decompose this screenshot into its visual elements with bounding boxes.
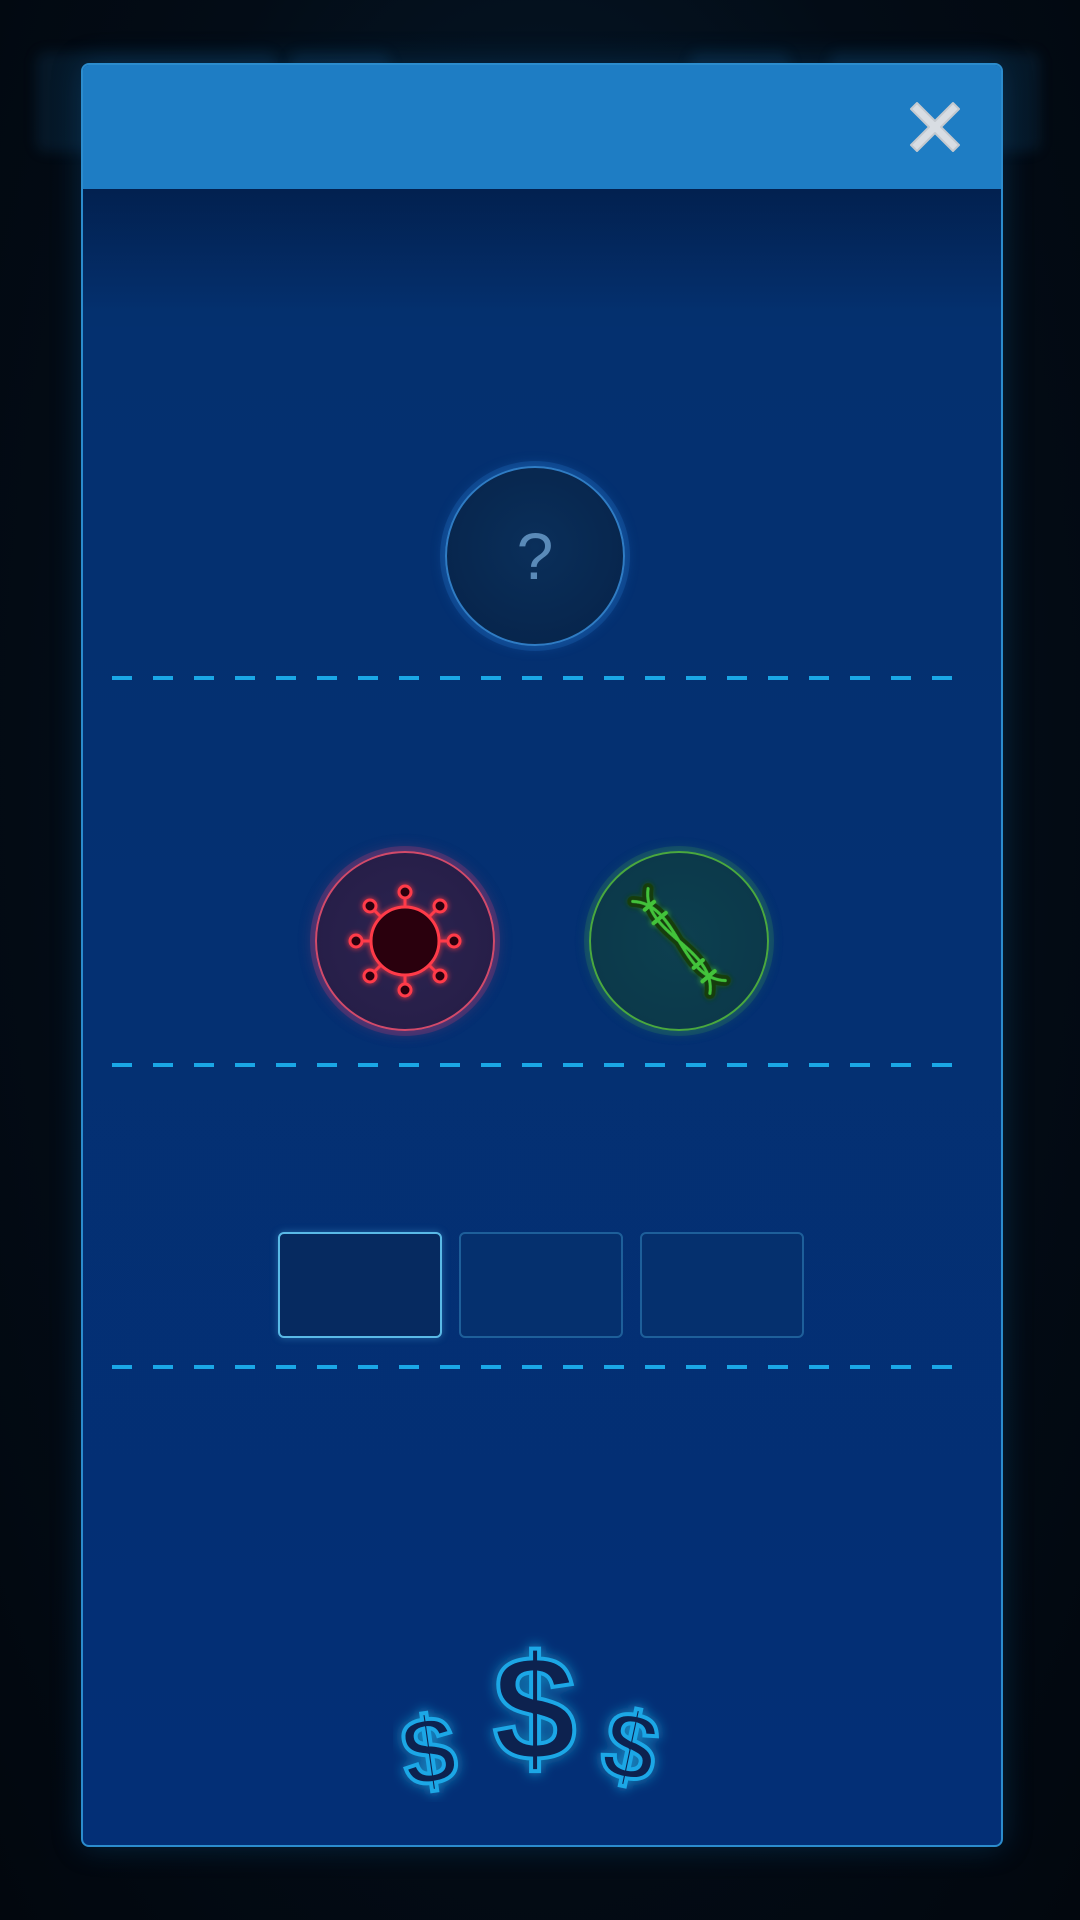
divider bbox=[112, 1063, 972, 1067]
close-button[interactable] bbox=[907, 99, 963, 155]
dollar-sign-center: $ bbox=[493, 1632, 576, 1792]
option-box-1[interactable] bbox=[278, 1232, 442, 1338]
close-icon bbox=[910, 102, 960, 152]
divider bbox=[112, 676, 972, 680]
option-box-label bbox=[461, 1234, 621, 1336]
unknown-slot[interactable]: ? bbox=[445, 466, 625, 646]
dollar-signs-icon: $ $ $ bbox=[393, 1632, 670, 1802]
option-box-3[interactable] bbox=[640, 1232, 804, 1338]
header-shadow bbox=[83, 189, 1001, 309]
modal-header bbox=[83, 65, 1001, 189]
virus-icon bbox=[348, 884, 462, 998]
question-mark-icon: ? bbox=[516, 519, 554, 593]
dna-slot[interactable] bbox=[589, 851, 769, 1031]
dollar-sign-right: $ bbox=[593, 1689, 667, 1802]
option-box-2[interactable] bbox=[459, 1232, 623, 1338]
virus-slot[interactable] bbox=[315, 851, 495, 1031]
event-modal: ? $ $ $ bbox=[81, 63, 1003, 1847]
option-box-label bbox=[280, 1234, 440, 1336]
divider bbox=[112, 1365, 972, 1369]
option-box-label bbox=[642, 1234, 802, 1336]
dna-icon bbox=[627, 883, 731, 999]
dollar-sign-left: $ bbox=[395, 1695, 463, 1802]
